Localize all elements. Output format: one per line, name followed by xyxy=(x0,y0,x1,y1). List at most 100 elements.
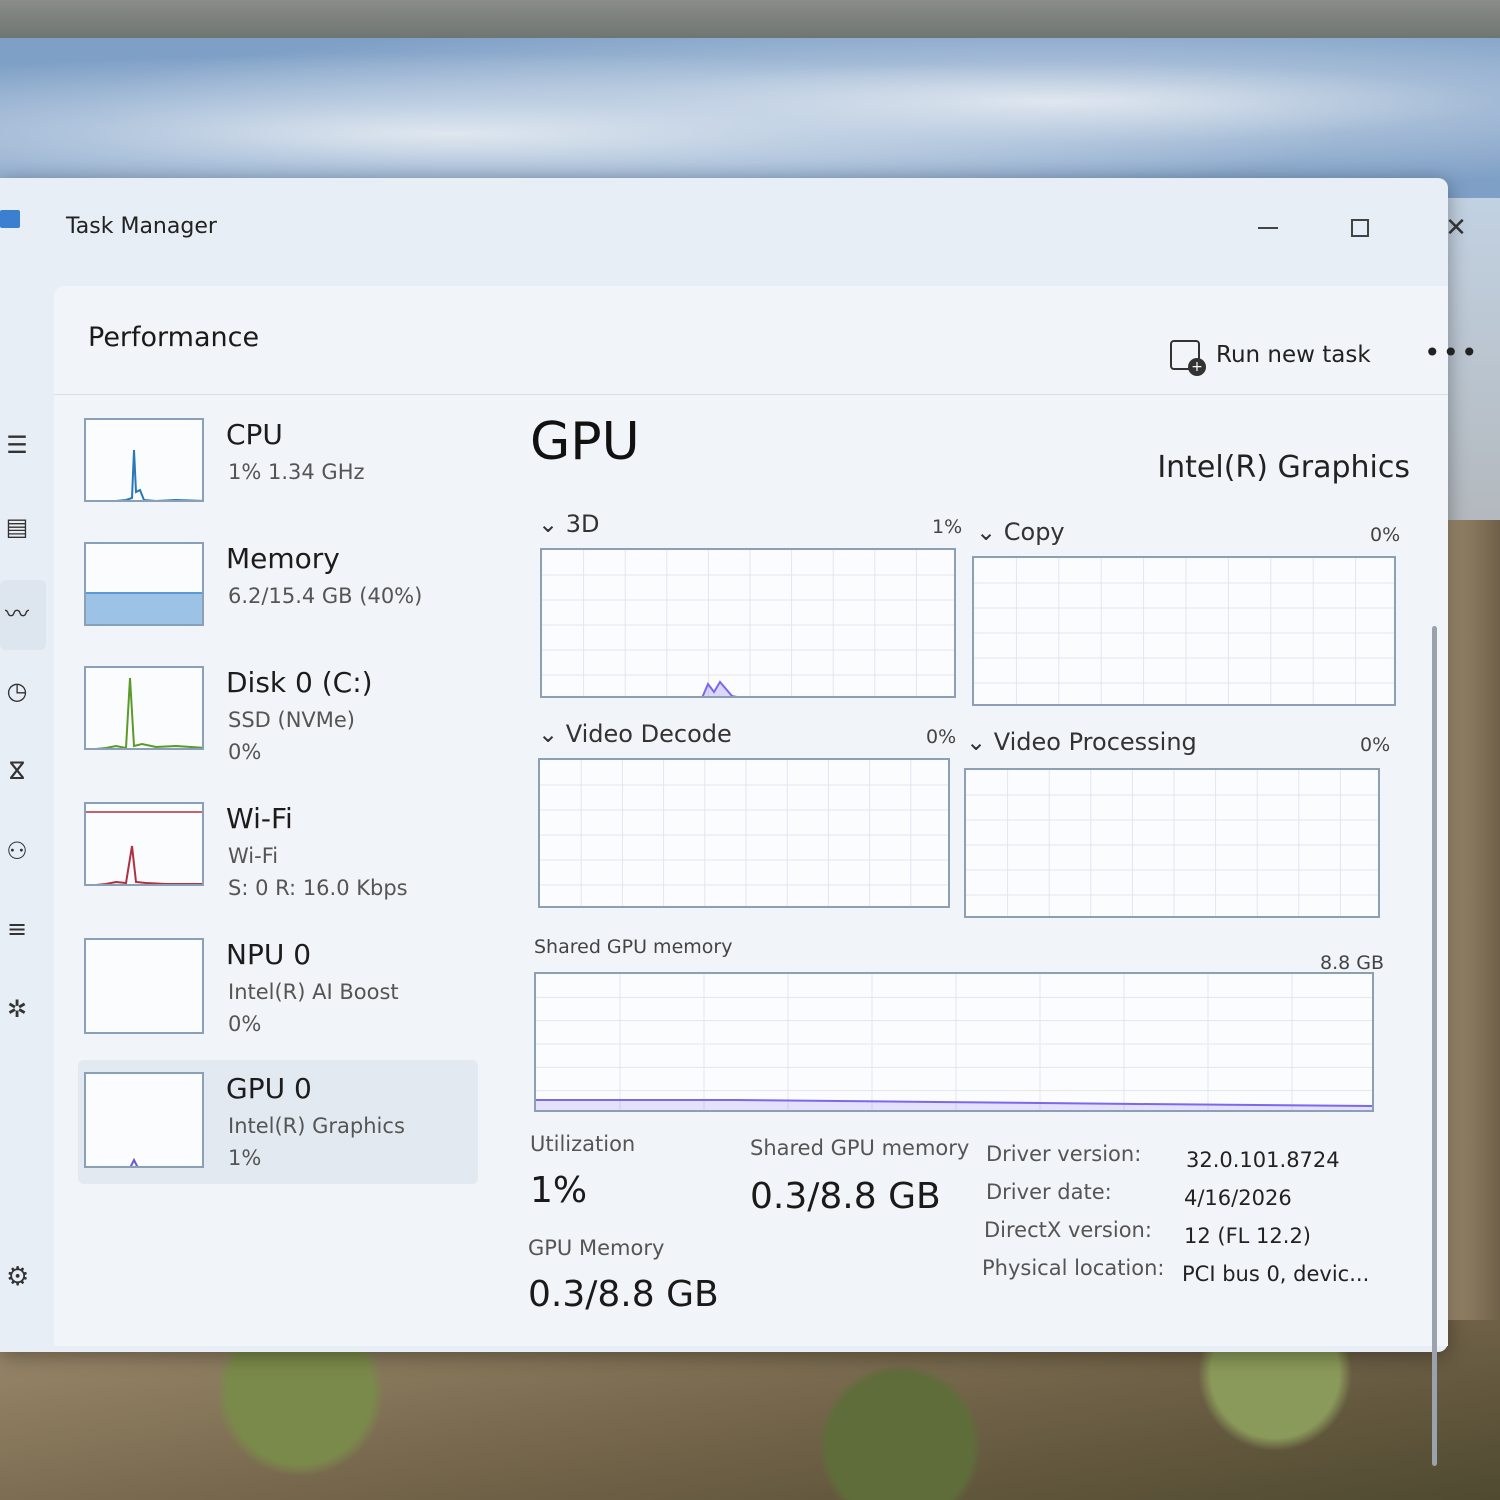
wifi-spark-line xyxy=(95,845,202,884)
shared-memory-label: Shared GPU memory xyxy=(750,1136,970,1160)
engine-percent: 0% xyxy=(926,726,957,748)
desktop-sky xyxy=(0,38,1500,198)
resource-subtitle: SSD (NVMe) xyxy=(228,708,356,732)
engine-video-decode-selector[interactable]: ⌄ Video Decode xyxy=(538,720,732,748)
directx-version-label: DirectX version: xyxy=(984,1218,1152,1242)
cpu-spark-line xyxy=(115,449,202,500)
driver-date-value: 4/16/2026 xyxy=(1184,1186,1292,1210)
driver-date-label: Driver date: xyxy=(986,1180,1112,1204)
engine-video-processing-selector[interactable]: ⌄ Video Processing xyxy=(966,728,1197,756)
header-divider xyxy=(54,394,1448,395)
shared-memory-graph xyxy=(534,972,1374,1112)
gpu-memory-value: 0.3/8.8 GB xyxy=(528,1274,719,1315)
resource-item-wifi[interactable]: Wi-Fi Wi-Fi S: 0 R: 16.0 Kbps xyxy=(78,790,478,914)
shared-memory-graph-label: Shared GPU memory xyxy=(534,936,733,958)
memory-fill xyxy=(86,592,202,624)
title-bar[interactable]: Task Manager ✕ xyxy=(0,178,1467,278)
resource-title: Memory xyxy=(226,542,340,575)
resource-item-disk[interactable]: Disk 0 (C:) SSD (NVMe) 0% xyxy=(78,654,478,778)
utilization-value: 1% xyxy=(530,1170,588,1211)
cpu-thumbnail xyxy=(84,418,204,502)
driver-version-label: Driver version: xyxy=(986,1142,1142,1166)
close-icon: ✕ xyxy=(1445,213,1467,243)
task-manager-window: Task Manager ✕ ☰ ▤ 〰 ◷ ⴵ ⚇ ≡ ✲ ⚙ Perform… xyxy=(0,178,1478,1466)
engine-label: Video Processing xyxy=(993,728,1197,756)
engine-3d-selector[interactable]: ⌄ 3D xyxy=(538,510,600,538)
chevron-down-icon: ⌄ xyxy=(538,720,566,748)
resource-value: 0% xyxy=(228,1012,262,1036)
users-icon[interactable]: ⚇ xyxy=(0,834,34,868)
shared-memory-graph-max: 8.8 GB xyxy=(1320,952,1385,974)
disk-thumbnail xyxy=(84,666,204,750)
minimize-button[interactable] xyxy=(1248,208,1288,248)
npu-thumbnail xyxy=(84,938,204,1034)
resource-subtitle: 6.2/15.4 GB (40%) xyxy=(228,584,423,608)
detail-title: GPU xyxy=(530,412,640,472)
minimize-icon xyxy=(1258,227,1278,229)
more-options-button[interactable]: ••• xyxy=(1424,336,1480,369)
details-icon[interactable]: ≡ xyxy=(0,912,34,946)
gpu-spark-line xyxy=(129,1157,139,1166)
resource-subtitle: Wi-Fi xyxy=(228,844,279,868)
engine-label: 3D xyxy=(565,510,600,538)
maximize-icon xyxy=(1351,219,1369,237)
desktop-rock xyxy=(1448,520,1500,1340)
nav-rail: ☰ ▤ 〰 ◷ ⴵ ⚇ ≡ ✲ xyxy=(0,298,50,1338)
resource-title: CPU xyxy=(226,418,283,451)
startup-icon[interactable]: ⴵ xyxy=(0,754,34,788)
engine-3d-graph xyxy=(540,548,956,698)
vertical-scrollbar[interactable] xyxy=(1432,626,1437,1466)
resource-item-memory[interactable]: Memory 6.2/15.4 GB (40%) xyxy=(78,530,478,654)
shared-memory-value: 0.3/8.8 GB xyxy=(750,1176,941,1217)
services-icon[interactable]: ✲ xyxy=(0,992,34,1026)
shared-memory-line xyxy=(536,1099,1372,1110)
close-button[interactable]: ✕ xyxy=(1436,208,1476,248)
engine-3d-line xyxy=(701,680,738,696)
chevron-down-icon: ⌄ xyxy=(976,518,1004,546)
wifi-thumbnail xyxy=(84,802,204,886)
performance-panel: Performance Run new task ••• CPU 1% 1.34… xyxy=(54,286,1478,1466)
run-task-icon xyxy=(1170,340,1206,376)
resource-item-npu[interactable]: NPU 0 Intel(R) AI Boost 0% xyxy=(78,926,478,1050)
directx-version-value: 12 (FL 12.2) xyxy=(1184,1224,1311,1248)
resource-title: NPU 0 xyxy=(226,938,312,971)
physical-location-value: PCI bus 0, devic... xyxy=(1182,1262,1370,1286)
task-manager-icon xyxy=(0,210,20,228)
engine-label: Copy xyxy=(1003,518,1065,546)
engine-percent: 1% xyxy=(932,516,963,538)
chevron-down-icon: ⌄ xyxy=(538,510,566,538)
resource-title: GPU 0 xyxy=(226,1072,312,1105)
gpu-thumbnail xyxy=(84,1072,204,1168)
gpu-device-name: Intel(R) Graphics xyxy=(1157,450,1410,485)
memory-thumbnail xyxy=(84,542,204,626)
engine-copy-selector[interactable]: ⌄ Copy xyxy=(976,518,1065,546)
resource-value: S: 0 R: 16.0 Kbps xyxy=(228,876,408,900)
resource-item-gpu[interactable]: GPU 0 Intel(R) Graphics 1% xyxy=(78,1060,478,1184)
resource-subtitle: 1% 1.34 GHz xyxy=(228,460,365,484)
resource-value: 0% xyxy=(228,740,262,764)
engine-copy-graph xyxy=(972,556,1396,706)
resource-title: Wi-Fi xyxy=(226,802,293,835)
engine-label: Video Decode xyxy=(565,720,732,748)
driver-version-value: 32.0.101.8724 xyxy=(1186,1148,1340,1172)
settings-icon[interactable]: ⚙ xyxy=(6,1262,29,1292)
resource-subtitle: Intel(R) AI Boost xyxy=(228,980,399,1004)
menu-icon[interactable]: ☰ xyxy=(0,428,34,462)
run-new-task-button[interactable]: Run new task xyxy=(1170,340,1371,376)
engine-percent: 0% xyxy=(1370,524,1401,546)
resource-value: 1% xyxy=(228,1146,262,1170)
maximize-button[interactable] xyxy=(1340,208,1380,248)
resource-item-cpu[interactable]: CPU 1% 1.34 GHz xyxy=(78,406,478,530)
performance-icon[interactable]: 〰 xyxy=(0,594,34,628)
processes-icon[interactable]: ▤ xyxy=(0,510,34,544)
app-history-icon[interactable]: ◷ xyxy=(0,674,34,708)
run-new-task-label: Run new task xyxy=(1216,342,1371,368)
resource-title: Disk 0 (C:) xyxy=(226,666,373,699)
utilization-label: Utilization xyxy=(530,1132,636,1156)
gpu-memory-label: GPU Memory xyxy=(528,1236,665,1260)
physical-location-label: Physical location: xyxy=(982,1256,1165,1280)
disk-spark-line xyxy=(95,677,202,748)
engine-video-decode-graph xyxy=(538,758,950,908)
engine-percent: 0% xyxy=(1360,734,1391,756)
resource-subtitle: Intel(R) Graphics xyxy=(228,1114,405,1138)
